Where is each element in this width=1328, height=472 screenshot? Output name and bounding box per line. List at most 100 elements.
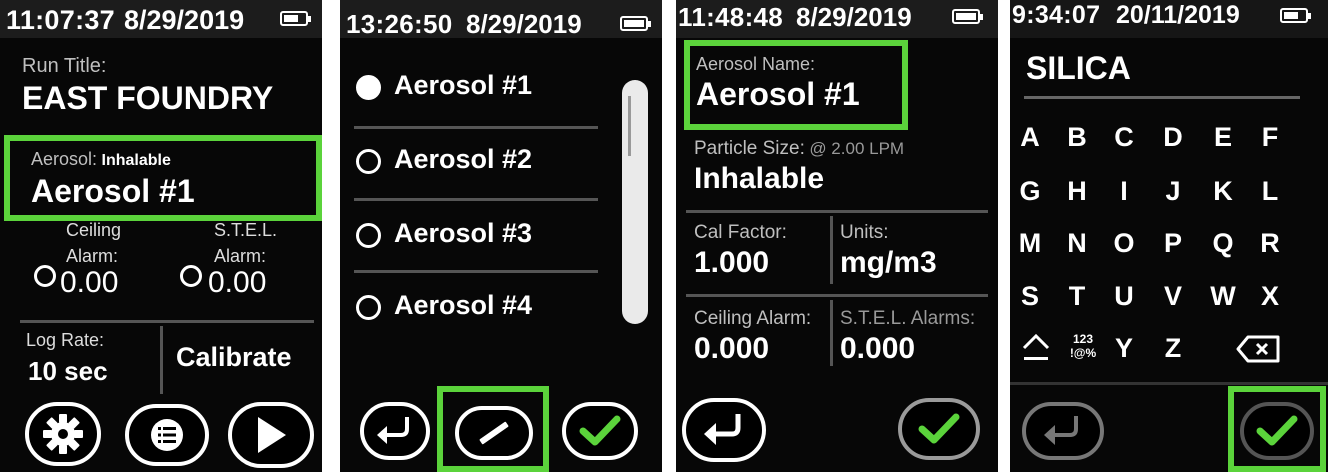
key[interactable]: X [1250, 281, 1290, 312]
key[interactable]: I [1104, 176, 1144, 207]
scrollbar[interactable] [622, 80, 648, 324]
backspace-icon [1236, 335, 1280, 363]
key[interactable]: O [1104, 228, 1144, 259]
key[interactable]: K [1203, 176, 1243, 207]
list-item-label: Aerosol #4 [394, 290, 533, 320]
symbols-key[interactable]: 123 !@% [1065, 332, 1101, 368]
units-field[interactable]: Units: mg/m3 [840, 222, 990, 284]
log-rate-setting[interactable]: Log Rate: 10 sec [20, 326, 156, 394]
units-label: Units: [840, 222, 889, 243]
stel-alarms-field[interactable]: S.T.E.L. Alarms: 0.000 [840, 308, 992, 370]
key[interactable]: P [1153, 228, 1193, 259]
aerosol-list-screen: 13:26:50 8/29/2019 Aerosol #1 Aerosol #2… [340, 0, 662, 472]
key[interactable]: N [1057, 228, 1097, 259]
key[interactable]: V [1153, 281, 1193, 312]
list-item-label: Aerosol #2 [394, 144, 533, 174]
status-bar: 13:26:50 8/29/2019 [340, 0, 662, 39]
confirm-button[interactable] [1240, 402, 1314, 460]
ceiling-alarm-value: 0.000 [694, 332, 770, 365]
key[interactable]: Q [1203, 228, 1243, 259]
clock-time: 13:26:50 [346, 9, 453, 39]
key[interactable]: Z [1153, 333, 1193, 364]
radio-unselected [356, 295, 381, 320]
aerosol-name: Aerosol #1 [31, 173, 195, 209]
ceiling-alarm-radio[interactable] [34, 265, 56, 287]
divider [354, 198, 598, 201]
aerosol-selector[interactable]: Aerosol: Inhalable Aerosol #1 [4, 135, 322, 221]
radio-unselected [356, 149, 381, 174]
stel-label: S.T.E.L. [214, 220, 278, 240]
settings-button[interactable] [25, 402, 101, 466]
back-button[interactable] [360, 402, 430, 460]
particle-size-value: Inhalable [694, 162, 825, 195]
main-run-screen: 11:07:37 8/29/2019 Run Title: EAST FOUND… [0, 0, 322, 472]
aerosol-label: Aerosol: [31, 149, 98, 169]
key[interactable]: U [1104, 281, 1144, 312]
key[interactable]: T [1057, 281, 1097, 312]
aerosol-name-field[interactable]: Aerosol Name: Aerosol #1 [684, 40, 908, 130]
run-title[interactable]: EAST FOUNDRY [22, 80, 273, 117]
key[interactable]: J [1153, 176, 1193, 207]
status-bar: 11:07:37 8/29/2019 [0, 0, 322, 38]
edit-button-highlight [437, 386, 549, 472]
aerosol-detail-screen: 11:48:48 8/29/2019 Aerosol Name: Aerosol… [676, 0, 998, 472]
back-icon [377, 417, 409, 444]
run-title-label: Run Title: [22, 55, 107, 77]
battery-icon [1280, 8, 1311, 23]
pencil-icon [479, 421, 509, 445]
ceiling-alarm-field[interactable]: Ceiling Alarm: 0.000 [694, 308, 828, 370]
check-icon [1256, 415, 1298, 446]
key[interactable]: W [1203, 281, 1243, 312]
divider [354, 126, 598, 129]
shift-key[interactable] [1018, 330, 1056, 366]
stel-alarm-value: 0.00 [208, 266, 267, 299]
divider [686, 210, 988, 213]
back-button[interactable] [1022, 402, 1104, 460]
key[interactable]: A [1010, 122, 1050, 153]
text-input[interactable]: SILICA [1026, 50, 1131, 87]
play-icon [258, 417, 286, 453]
list-item-aerosol-4[interactable]: Aerosol #4 [354, 280, 604, 336]
confirm-button[interactable] [898, 398, 980, 460]
stel-alarm-radio[interactable] [180, 265, 202, 287]
flow-rate: @ 2.00 LPM [809, 139, 905, 158]
key[interactable]: G [1010, 176, 1050, 207]
log-rate-value: 10 sec [28, 356, 108, 386]
cal-factor-field[interactable]: Cal Factor: 1.000 [694, 222, 824, 284]
clock-date: 8/29/2019 [124, 5, 245, 35]
start-button[interactable] [228, 402, 314, 468]
key[interactable]: M [1010, 228, 1050, 259]
list-item-aerosol-2[interactable]: Aerosol #2 [354, 134, 604, 190]
clock-time: 9:34:07 [1012, 1, 1101, 29]
battery-icon [280, 11, 311, 26]
backspace-key[interactable] [1236, 334, 1286, 368]
key[interactable]: D [1153, 122, 1193, 153]
input-underline [1024, 96, 1300, 99]
list-button[interactable] [125, 404, 209, 466]
key[interactable]: C [1104, 122, 1144, 153]
stel-alarms-value: 0.000 [840, 332, 916, 365]
calibrate-button[interactable]: Calibrate [176, 342, 292, 373]
key[interactable]: H [1057, 176, 1097, 207]
particle-size-field[interactable]: Particle Size: @ 2.00 LPM Inhalable [694, 136, 984, 208]
back-button[interactable] [682, 398, 766, 462]
key[interactable]: F [1250, 122, 1290, 153]
key[interactable]: L [1250, 176, 1290, 207]
cal-factor-label: Cal Factor: [694, 222, 787, 243]
key[interactable]: Y [1104, 333, 1144, 364]
key[interactable]: E [1203, 122, 1243, 153]
clock-date: 8/29/2019 [796, 2, 912, 32]
key[interactable]: R [1250, 228, 1290, 259]
keyboard-screen: 9:34:07 20/11/2019 SILICA A B C D E F G … [1010, 0, 1328, 472]
list-item-aerosol-1[interactable]: Aerosol #1 [354, 60, 604, 116]
edit-button[interactable] [455, 406, 533, 460]
confirm-button-highlight [1228, 386, 1326, 472]
confirm-button[interactable] [562, 402, 638, 460]
scrollbar-thumb[interactable] [628, 96, 631, 156]
clock-date: 20/11/2019 [1116, 1, 1240, 29]
key[interactable]: S [1010, 281, 1050, 312]
clock-time: 11:07:37 [6, 5, 115, 35]
list-item-aerosol-3[interactable]: Aerosol #3 [354, 208, 604, 264]
aerosol-name-label: Aerosol Name: [696, 54, 816, 74]
key[interactable]: B [1057, 122, 1097, 153]
